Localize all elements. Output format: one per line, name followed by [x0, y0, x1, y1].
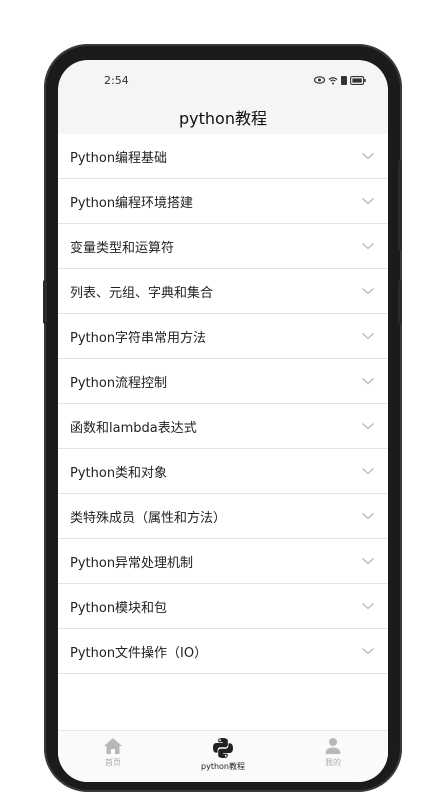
chevron-down-icon — [362, 333, 374, 340]
chevron-down-icon — [362, 378, 374, 385]
list-item[interactable]: Python编程基础 — [58, 134, 388, 179]
python-icon — [213, 738, 233, 758]
bottom-tab-bar: 首页 python教程 我的 — [58, 730, 388, 782]
list-item[interactable]: Python编程环境搭建 — [58, 179, 388, 224]
list-item[interactable]: Python模块和包 — [58, 584, 388, 629]
status-time: 2:54 — [104, 73, 129, 87]
user-icon — [325, 738, 341, 754]
list-item-label: 列表、元组、字典和集合 — [70, 285, 214, 301]
tab-label: python教程 — [201, 762, 245, 771]
list-item-label: Python流程控制 — [70, 375, 168, 391]
list-item[interactable]: 函数和lambda表达式 — [58, 404, 388, 449]
chevron-down-icon — [362, 603, 374, 610]
chevron-down-icon — [362, 153, 374, 160]
chevron-down-icon — [362, 558, 374, 565]
home-icon — [104, 738, 122, 754]
list-item[interactable]: Python文件操作（IO） — [58, 629, 388, 674]
chevron-down-icon — [362, 648, 374, 655]
chapter-list: Python编程基础 Python编程环境搭建 变量类型和运算符列表、元组、字典和集… — [58, 134, 388, 748]
app-screen: 2:54 python教程 Python编程基础 Python编程环境搭建 变量类型… — [58, 60, 388, 782]
battery-icon — [350, 75, 366, 85]
list-item[interactable]: Python类和对象 — [58, 449, 388, 494]
chevron-down-icon — [362, 198, 374, 205]
list-item-label: Python文件操作（IO） — [70, 645, 208, 661]
list-item-label: Python字符串常用方法 — [70, 330, 207, 346]
tab-mine[interactable]: 我的 — [278, 731, 388, 782]
power-button — [398, 160, 402, 250]
chevron-down-icon — [362, 288, 374, 295]
list-item[interactable]: 类特殊成员（属性和方法） — [58, 494, 388, 539]
volume-button — [43, 280, 47, 324]
list-item[interactable]: Python异常处理机制 — [58, 539, 388, 584]
side-button — [398, 280, 402, 324]
list-item-label: 类特殊成员（属性和方法） — [70, 510, 227, 526]
page-title: python教程 — [179, 109, 267, 128]
list-item[interactable]: 变量类型和运算符 — [58, 224, 388, 269]
eye-icon — [314, 76, 325, 84]
list-item-label: 变量类型和运算符 — [70, 240, 175, 256]
status-icons — [314, 75, 366, 85]
tab-label: 首页 — [105, 758, 121, 767]
wifi-icon — [328, 76, 338, 84]
chevron-down-icon — [362, 243, 374, 250]
tab-python-tutorial[interactable]: python教程 — [168, 731, 278, 782]
list-item[interactable]: 列表、元组、字典和集合 — [58, 269, 388, 314]
tab-label: 我的 — [325, 758, 341, 767]
signal-icon — [341, 75, 347, 85]
status-bar: 2:54 — [58, 60, 388, 100]
chevron-down-icon — [362, 513, 374, 520]
list-item-label: 函数和lambda表达式 — [70, 420, 197, 436]
tab-home[interactable]: 首页 — [58, 731, 168, 782]
list-item-label: Python类和对象 — [70, 465, 168, 481]
list-item[interactable]: Python字符串常用方法 — [58, 314, 388, 359]
chevron-down-icon — [362, 468, 374, 475]
list-item-label: Python模块和包 — [70, 600, 168, 616]
chevron-down-icon — [362, 423, 374, 430]
list-item-label: Python编程基础 — [70, 150, 168, 166]
list-item-label: Python编程环境搭建 — [70, 195, 194, 211]
list-item[interactable]: Python流程控制 — [58, 359, 388, 404]
list-item-label: Python异常处理机制 — [70, 555, 194, 571]
